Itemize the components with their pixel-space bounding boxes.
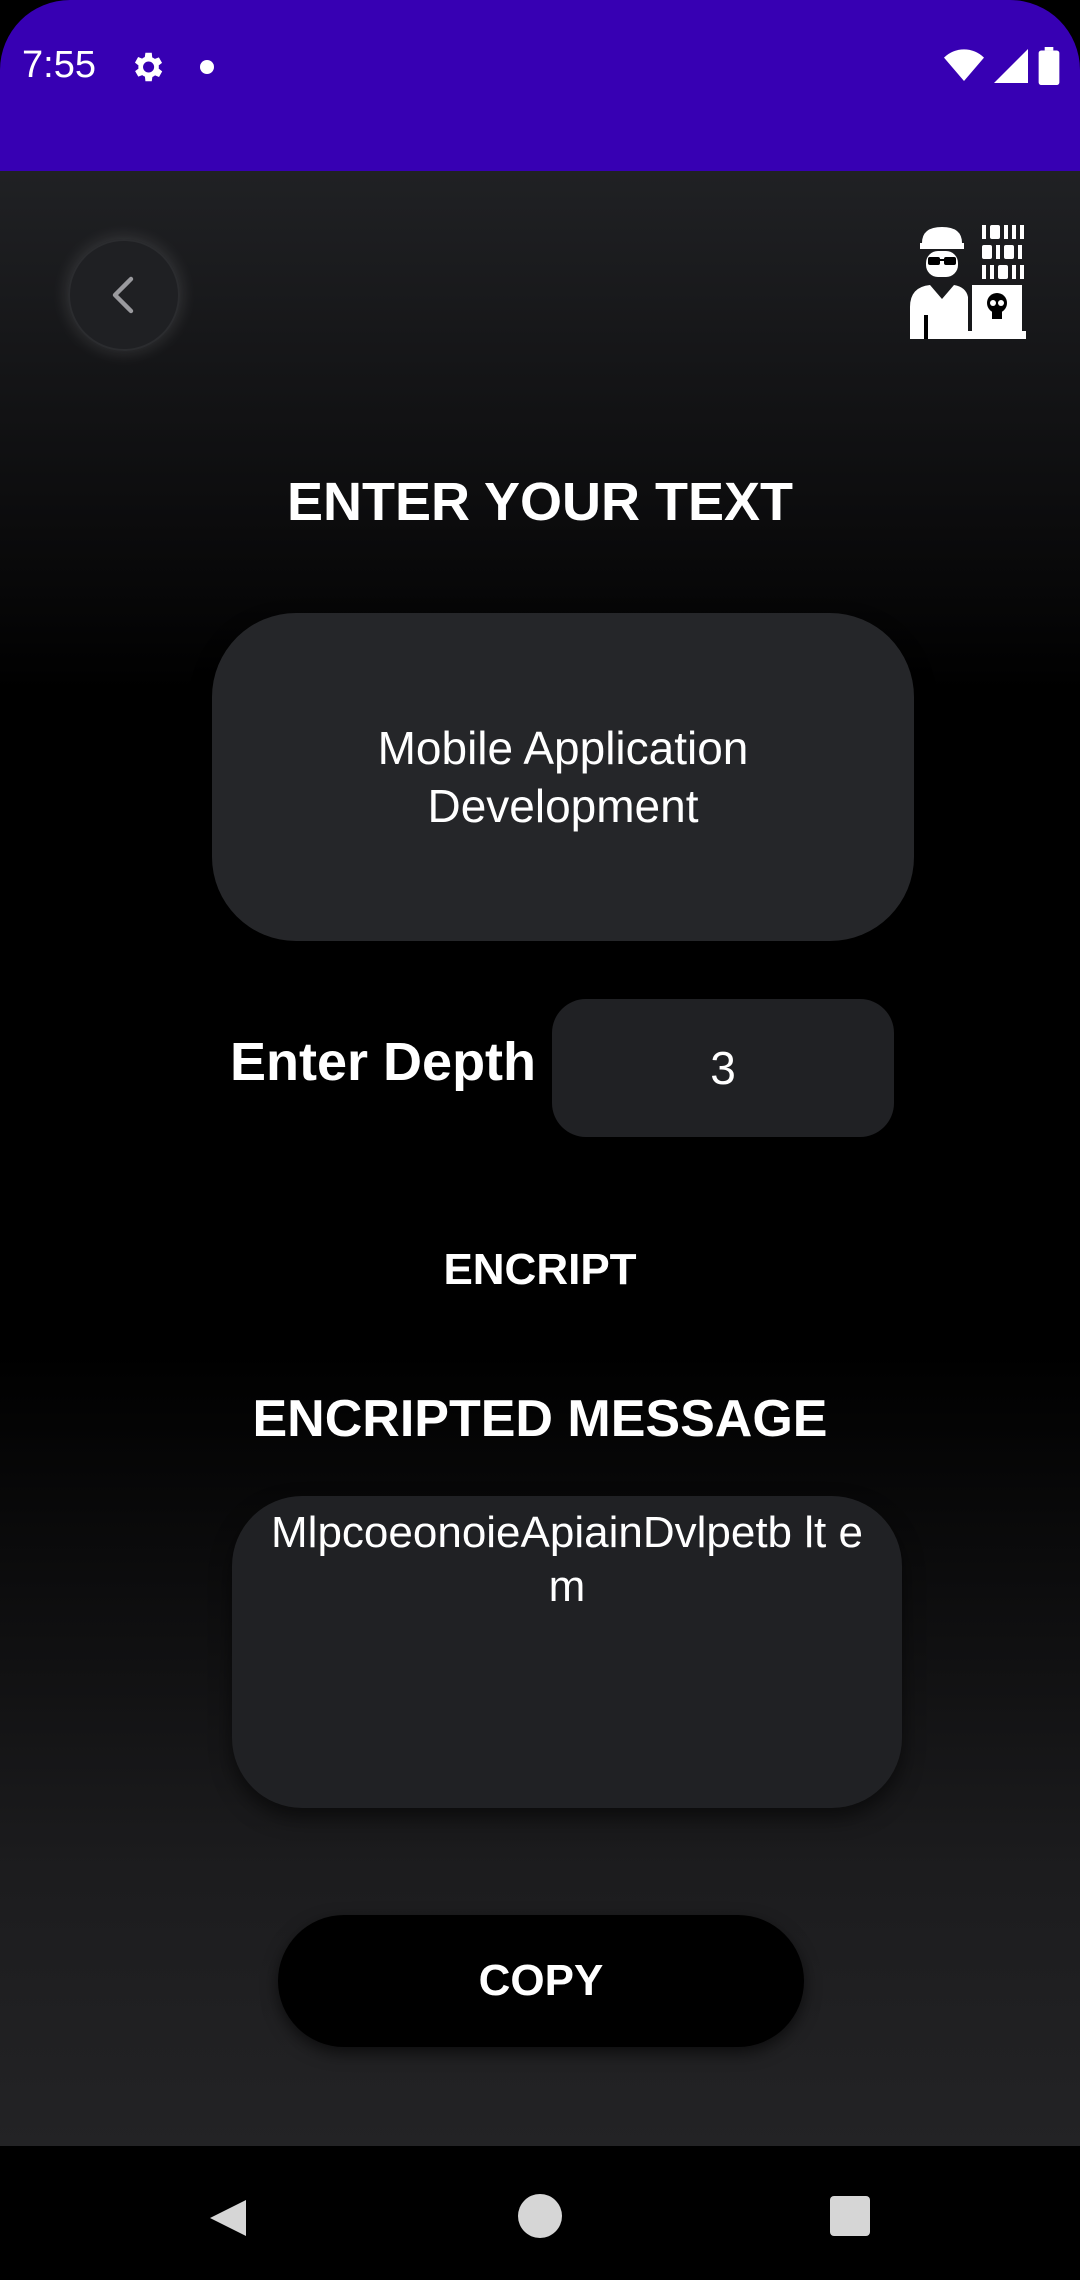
plain-text-input[interactable]: Mobile Application Development [212,613,914,941]
encrypt-screen: ENTER YOUR TEXT Mobile Application Devel… [0,171,1080,2146]
copy-button[interactable]: COPY [278,1915,804,2047]
status-time: 7:55 [22,44,96,86]
status-icons [944,46,1060,86]
depth-input[interactable]: 3 [552,999,894,1137]
phone-screen: 7:55 ENTER YOUR TEXT Mobile Application … [0,0,1080,2280]
gear-icon [134,52,163,82]
battery-icon [1038,47,1060,85]
notification-dot-icon [200,60,214,74]
nav-recents-icon[interactable] [830,2196,870,2236]
wifi-icon [944,49,984,81]
encrypt-button[interactable]: ENCRIPT [400,1225,680,1315]
hacker-computer-icon [910,225,1026,339]
status-bar: 7:55 [0,0,1080,171]
nav-home-icon[interactable] [518,2194,562,2238]
back-button[interactable] [68,239,180,351]
nav-back-icon[interactable] [206,2196,250,2240]
enter-text-title: ENTER YOUR TEXT [286,472,794,532]
signal-icon [994,49,1028,83]
encrypted-message-title: ENCRIPTED MESSAGE [252,1390,828,1448]
navigation-bar [0,2146,1080,2280]
depth-label: Enter Depth [230,1032,537,1092]
encrypted-output: MlpcoeonoieApiainDvlpetb lt em [232,1496,902,1808]
chevron-left-icon [112,276,134,314]
